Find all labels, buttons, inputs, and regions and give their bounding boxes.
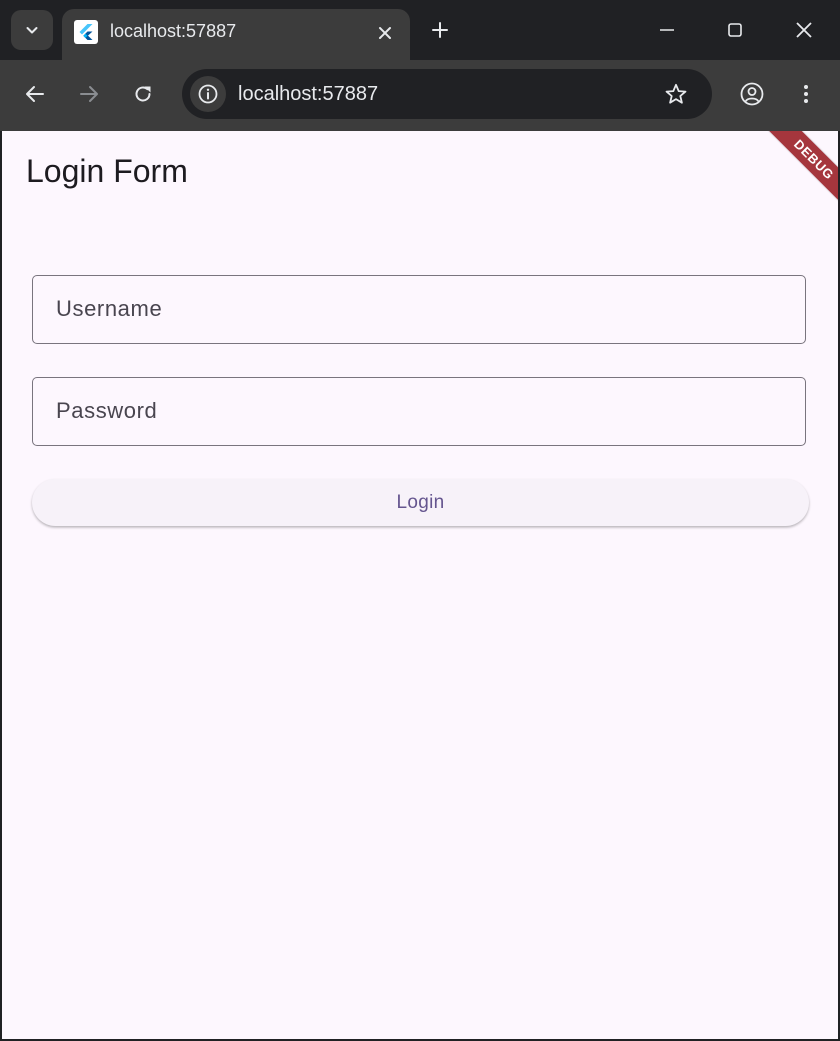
login-button[interactable]: Login	[32, 479, 809, 526]
tab-title: localhost:57887	[110, 21, 237, 41]
debug-banner-label: DEBUG	[791, 136, 837, 183]
site-info-button[interactable]	[190, 76, 226, 112]
plus-icon	[432, 22, 448, 38]
reload-button[interactable]	[123, 74, 163, 114]
login-button-label: Login	[396, 491, 445, 513]
star-icon	[665, 83, 687, 104]
account-icon	[740, 82, 764, 106]
back-button[interactable]	[15, 74, 55, 114]
address-bar[interactable]: localhost:57887	[182, 69, 712, 119]
new-tab-button[interactable]	[424, 14, 456, 46]
forward-button[interactable]	[69, 74, 109, 114]
password-label: Password	[56, 398, 158, 423]
maximize-button[interactable]	[701, 0, 769, 60]
username-field[interactable]: Username	[32, 275, 806, 344]
maximize-icon	[728, 23, 742, 37]
more-vertical-icon	[804, 85, 808, 103]
flutter-icon	[74, 20, 98, 44]
arrow-left-icon	[26, 86, 44, 102]
minimize-button[interactable]	[633, 0, 701, 60]
tab-search-button[interactable]	[11, 10, 53, 50]
debug-banner: DEBUG	[766, 131, 838, 208]
browser-titlebar: localhost:57887	[0, 0, 840, 60]
tab-close-button[interactable]	[370, 19, 400, 47]
minimize-icon	[660, 29, 674, 31]
arrow-right-icon	[80, 86, 98, 102]
chevron-down-icon	[26, 27, 38, 34]
browser-toolbar: localhost:57887	[0, 60, 840, 131]
info-icon	[198, 84, 218, 104]
url-text[interactable]: localhost:57887	[238, 83, 378, 106]
profile-button[interactable]	[732, 74, 772, 114]
page-viewport: Login Form Username Password Login DEBUG	[2, 131, 838, 1039]
close-icon	[796, 22, 812, 38]
bookmark-button[interactable]	[658, 76, 694, 112]
browser-tab[interactable]: localhost:57887	[62, 9, 410, 60]
close-window-button[interactable]	[770, 0, 838, 60]
password-field[interactable]: Password	[32, 377, 806, 446]
username-label: Username	[56, 296, 163, 321]
browser-menu-button[interactable]	[786, 74, 826, 114]
close-icon	[379, 27, 391, 39]
reload-icon	[135, 86, 151, 102]
page-title: Login Form	[26, 153, 188, 189]
